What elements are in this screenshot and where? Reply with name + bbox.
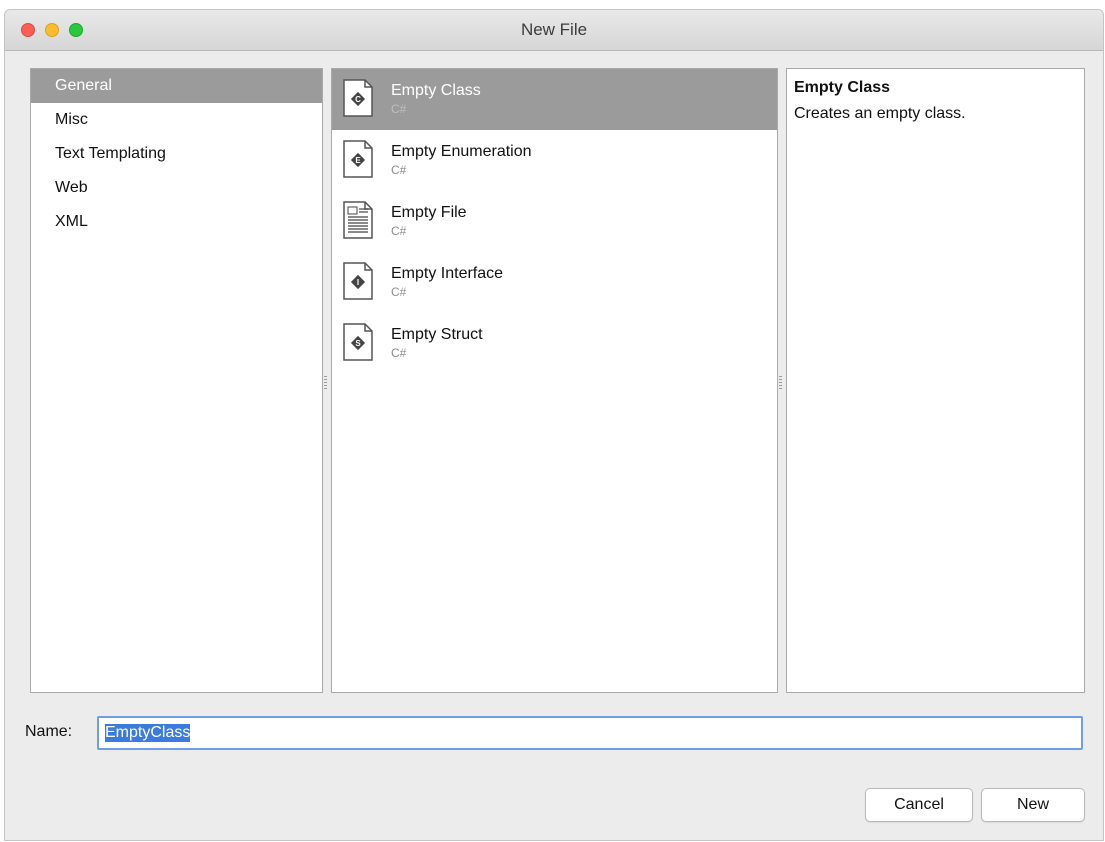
template-name: Empty Class	[391, 82, 481, 99]
category-general[interactable]: General	[31, 69, 322, 103]
template-list: C Empty Class C# E Empty Enumeration C#	[331, 68, 778, 693]
description-title: Empty Class	[794, 79, 891, 96]
svg-text:S: S	[355, 339, 361, 348]
template-item-empty-enumeration[interactable]: E Empty Enumeration C#	[332, 130, 777, 191]
category-web[interactable]: Web	[31, 171, 322, 205]
category-list: General Misc Text Templating Web XML	[30, 68, 323, 693]
name-input[interactable]	[97, 716, 1083, 750]
template-name: Empty Interface	[391, 265, 504, 282]
new-file-dialog: New File General Misc Text Templating We…	[4, 9, 1104, 841]
template-language: C#	[391, 346, 407, 360]
template-language: C#	[391, 102, 407, 116]
template-item-empty-class[interactable]: C Empty Class C#	[332, 69, 777, 130]
category-text-templating[interactable]: Text Templating	[31, 137, 322, 171]
svg-text:I: I	[357, 278, 359, 287]
svg-text:C: C	[355, 95, 361, 104]
template-name: Empty Struct	[391, 326, 483, 343]
template-description-panel: Empty Class Creates an empty class.	[786, 68, 1085, 693]
category-misc[interactable]: Misc	[31, 103, 322, 137]
enum-file-icon: E	[343, 140, 373, 178]
new-button[interactable]: New	[981, 788, 1085, 822]
template-item-empty-file[interactable]: Empty File C#	[332, 191, 777, 252]
template-language: C#	[391, 163, 407, 177]
class-file-icon: C	[343, 79, 373, 117]
category-xml[interactable]: XML	[31, 205, 322, 239]
template-language: C#	[391, 285, 407, 299]
splitter-handle-left[interactable]	[324, 376, 327, 390]
template-item-empty-interface[interactable]: I Empty Interface C#	[332, 252, 777, 313]
template-language: C#	[391, 224, 407, 238]
struct-file-icon: S	[343, 323, 373, 361]
template-name: Empty File	[391, 204, 467, 221]
name-label: Name:	[25, 723, 73, 740]
window-title: New File	[520, 20, 588, 39]
svg-text:E: E	[355, 156, 361, 165]
splitter-handle-right[interactable]	[779, 376, 782, 390]
interface-file-icon: I	[343, 262, 373, 300]
title-bar: New File	[5, 10, 1103, 51]
template-name: Empty Enumeration	[391, 143, 532, 160]
cancel-button[interactable]: Cancel	[865, 788, 973, 822]
text-file-icon	[343, 201, 373, 239]
description-text: Creates an empty class.	[794, 105, 966, 122]
template-item-empty-struct[interactable]: S Empty Struct C#	[332, 313, 777, 374]
